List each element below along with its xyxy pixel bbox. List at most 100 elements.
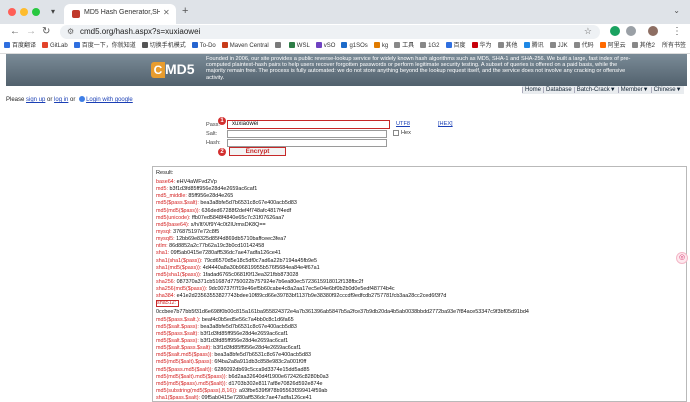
nav-database[interactable]: Database [543, 87, 574, 93]
bookmark-label: 百度一下，你就知道 [81, 43, 136, 49]
result-key[interactable]: md5(md5($salt).$pass): [156, 359, 213, 365]
result-key[interactable]: mysql5: [156, 236, 175, 242]
maximize-window-icon[interactable] [32, 8, 40, 16]
result-key[interactable]: md5($pass.md5($salt)): [156, 367, 213, 373]
site-info-icon[interactable]: ⚙ [67, 27, 74, 36]
bookmark-label: To-Do [199, 43, 216, 49]
bookmark-item[interactable]: GitLab [42, 40, 70, 53]
tab-list-icon[interactable]: ⌄ [673, 6, 680, 15]
result-key[interactable]: md5(sha1($pass)): [156, 272, 201, 278]
result-key[interactable]: sha256(md5($pass)): [156, 286, 207, 292]
bookmark-item[interactable]: WSL [288, 40, 312, 53]
bookmark-item[interactable]: 腾讯 [523, 40, 546, 53]
result-key[interactable]: md5(base64): [156, 222, 189, 228]
google-login-link[interactable]: Login with google [86, 97, 133, 103]
nav-batch-crack[interactable]: Batch-Crack▼ [573, 87, 618, 93]
bookmark-item[interactable]: JJK [549, 40, 570, 53]
cmd5-logo[interactable]: C MD5 [151, 61, 195, 81]
bookmark-item[interactable]: 1G2 [420, 40, 441, 53]
nav-language[interactable]: Chinese▼ [650, 87, 684, 93]
bookmark-item[interactable]: 其他 [497, 40, 520, 53]
result-key[interactable]: sha1($pass.$salt): [156, 395, 200, 401]
bookmark-item[interactable]: 百度翻译 [4, 40, 38, 53]
result-key[interactable]: sha384: [156, 293, 175, 299]
address-bar[interactable]: ⚙ cmd5.org/hash.aspx?s=xuxiaowei ☆ [60, 25, 600, 39]
result-key[interactable]: md5($salt.$pass): [156, 324, 199, 330]
menu-icon[interactable]: ⋮ [672, 25, 682, 39]
tab-search-icon[interactable]: ▾ [46, 6, 60, 18]
reload-icon[interactable]: ↻ [42, 25, 50, 39]
new-tab-icon[interactable]: + [182, 5, 188, 17]
url-text[interactable]: cmd5.org/hash.aspx?s=xuxiaowei [80, 27, 200, 36]
hex-link[interactable]: [HEX] [438, 121, 453, 127]
result-key[interactable]: sha1: [156, 250, 169, 256]
extensions-puzzle-icon[interactable] [626, 26, 636, 36]
site-nav: Home Database Batch-Crack▼ Member▼ Chinese▼ [522, 86, 684, 94]
bookmark-item[interactable] [274, 40, 285, 53]
profile-avatar-icon[interactable] [648, 26, 658, 36]
close-tab-icon[interactable]: ✕ [163, 8, 170, 17]
result-key[interactable]: md5(md5($pass)): [156, 208, 200, 214]
result-key[interactable]: md5(md5($salt).md5($pass)): [156, 374, 227, 380]
forward-icon[interactable]: → [26, 25, 36, 39]
login-link[interactable]: log in [54, 97, 68, 103]
bookmark-item[interactable]: kg [373, 40, 390, 53]
hex-checkbox[interactable] [393, 130, 399, 136]
result-key[interactable]: sha256: [156, 279, 175, 285]
result-key[interactable]: md5(md5($pass).md5($salt)): [156, 381, 227, 387]
back-icon[interactable]: ← [10, 25, 20, 39]
result-key[interactable]: base64: [156, 179, 175, 185]
bookmark-item[interactable]: g1SOs [341, 40, 369, 53]
result-value: 6f4ba2a8a911db3c858e983c2a001f0ff [212, 359, 307, 366]
bookmark-item[interactable]: vSO [315, 40, 338, 53]
salt-input[interactable] [227, 130, 387, 138]
floating-helper-icon[interactable]: ◎ [676, 252, 688, 264]
result-key[interactable]: mysql: [156, 229, 172, 235]
result-key[interactable]: md5($pass.$salt.): [156, 317, 200, 323]
bookmark-item[interactable]: 代码 [573, 40, 596, 53]
bookmark-item[interactable]: To-Do [191, 40, 218, 53]
bookmark-item[interactable]: 切换手机模式 [141, 40, 188, 53]
result-value: a93fbe539f9f78b95563f399414f59ab [237, 387, 328, 394]
bookmark-item[interactable]: 阿里云 [599, 40, 628, 53]
result-key[interactable]: md5_middle: [156, 193, 187, 199]
result-key[interactable]: md5($salt.md5($pass)): [156, 352, 213, 358]
encrypt-button[interactable]: Encrypt [229, 147, 286, 156]
result-key[interactable]: sha1(md5($pass)): [156, 265, 201, 271]
result-key[interactable]: md5: [156, 186, 168, 192]
bookmark-favicon-icon [549, 42, 556, 48]
minimize-window-icon[interactable] [20, 8, 28, 16]
result-key[interactable]: ntlm: [156, 243, 168, 249]
result-key[interactable]: md5($pass.$salt): [156, 200, 199, 206]
bookmark-item[interactable]: 华为 [471, 40, 494, 53]
result-row-wrap: md5(md5($pass)): 636ded67288f2def4f748af… [156, 208, 684, 215]
bookmark-favicon-icon [4, 42, 10, 48]
pass-input[interactable]: xuxiaowei [227, 120, 390, 129]
result-row: sha1($pass.$salt): 09f5ab0415e7280aff536… [156, 395, 684, 401]
browser-tab[interactable]: MD5 Hash Generator,SHA1 Ha ✕ [64, 4, 176, 24]
bookmark-item[interactable]: Maven Central [221, 40, 271, 53]
hash-input[interactable] [227, 139, 387, 147]
result-key[interactable]: sha1(sha1($pass)): [156, 258, 202, 264]
nav-member[interactable]: Member▼ [617, 87, 651, 93]
signup-link[interactable]: sign up [26, 97, 45, 103]
bookmark-item[interactable]: 工具 [394, 40, 416, 53]
result-key[interactable]: md5(unicode): [156, 215, 190, 221]
bookmark-item[interactable]: 百度一下，你就知道 [73, 40, 138, 53]
bookmark-item[interactable]: 百度 [445, 40, 468, 53]
all-bookmarks-button[interactable]: 所有书签 [655, 40, 686, 53]
close-window-icon[interactable] [8, 8, 16, 16]
result-row: md5($salt.$pass): bea3a8bfe5d7b6531c8c67… [156, 324, 684, 331]
extension-icon[interactable] [610, 26, 620, 36]
result-key[interactable]: md5($pass.$salt): [156, 331, 199, 337]
bookmark-star-icon[interactable]: ☆ [584, 26, 592, 37]
nav-home[interactable]: Home [522, 87, 544, 93]
utf8-link[interactable]: UTF8 [396, 121, 410, 127]
result-key[interactable]: md5($salt.$pass): [156, 338, 199, 344]
result-key[interactable]: md5(substring(md5($pass),8,16)): [156, 388, 238, 394]
result-row: md5($salt.$pass.$salt): b3f1d3fd85ff956e… [156, 345, 684, 352]
result-row-wrap: sha1: 09f5ab0415e7280aff536dc7ae47adfa12… [156, 250, 684, 257]
bookmark-item[interactable]: 其他2 [631, 40, 657, 53]
result-key[interactable]: sha512: [157, 301, 176, 306]
result-key[interactable]: md5($salt.$pass.$salt): [156, 345, 212, 351]
